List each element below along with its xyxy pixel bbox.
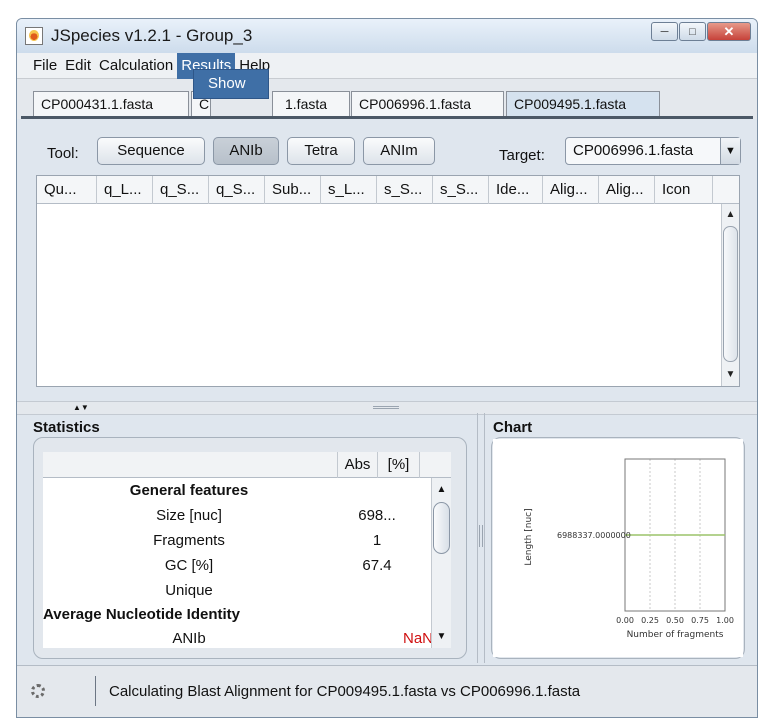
results-dropdown: Show [193,69,269,99]
sequence-button[interactable]: Sequence [97,137,205,165]
stats-label: Average Nucleotide Identity [43,606,240,623]
tetra-button[interactable]: Tetra [287,137,355,165]
vertical-splitter[interactable] [477,413,485,663]
stats-row: GC [%] 67.4 [43,557,431,581]
close-icon: ✕ [723,23,735,39]
collapse-arrows-icon[interactable]: ▲▼ [73,402,89,414]
column-header-abs[interactable]: Abs [337,452,377,478]
maximize-icon: □ [689,25,696,38]
x-tick-label: 0.25 [641,616,659,625]
column-header[interactable]: Qu... [37,176,97,204]
column-header[interactable]: Alig... [543,176,599,204]
minimize-icon: ─ [660,25,669,38]
scroll-down-icon[interactable]: ▼ [432,628,451,646]
statistics-scrollbar[interactable]: ▲ ▼ [431,478,451,648]
stats-label: Fragments [153,532,225,549]
column-header[interactable]: Alig... [599,176,655,204]
x-tick-label: 1.00 [716,616,734,625]
tab-cp006996[interactable]: CP006996.1.fasta [351,91,504,117]
minimize-button[interactable]: ─ [651,22,678,41]
app-window: JSpecies v1.2.1 - Group_3 ─ □ ✕ File Edi… [16,18,758,718]
target-label: Target: [499,147,545,164]
menu-file[interactable]: File [29,53,61,79]
chart-title: Chart [493,419,533,436]
anib-button[interactable]: ANIb [213,137,279,165]
stats-label: Size [nuc] [156,507,222,524]
scroll-up-icon[interactable]: ▲ [432,481,451,499]
scroll-up-icon[interactable]: ▲ [722,206,739,224]
stats-value: 67.4 [362,557,392,574]
column-header[interactable]: Icon [655,176,713,204]
tab-partial-right[interactable]: 1.fasta [272,91,350,117]
statistics-title: Statistics [33,419,100,436]
column-header[interactable]: q_L... [97,176,153,204]
split-grip[interactable] [373,406,399,409]
statistics-body[interactable]: General features Size [nuc] 698... Fragm… [43,478,431,648]
stats-row: Unique [43,582,431,606]
x-axis-label: Number of fragments [627,630,724,640]
column-header[interactable]: s_S... [433,176,489,204]
statistics-header: Abs [%] [43,452,451,478]
y-axis-label: Length [nuc] [524,508,534,565]
column-header[interactable]: q_S... [153,176,209,204]
column-header-empty [419,452,451,478]
menu-item-show[interactable]: Show [208,75,246,92]
stats-label: General features [129,482,249,499]
stats-row: General features [43,482,431,506]
chart-svg: 0.00 0.25 0.50 0.75 1.00 6988337.0000000 Num… [493,439,743,657]
x-ticks: 0.00 0.25 0.50 0.75 1.00 [616,616,734,625]
stats-label: ANIb [172,630,206,647]
scroll-down-icon[interactable]: ▼ [722,366,739,384]
stats-value: 1 [372,532,382,549]
stats-label: GC [%] [164,557,214,574]
status-text: Calculating Blast Alignment for CP009495… [109,683,581,700]
stats-row: Fragments 1 [43,532,431,556]
column-header[interactable]: q_S... [209,176,265,204]
table-scrollbar[interactable]: ▲ ▼ [721,204,739,386]
stats-row: Average Nucleotide Identity [43,606,431,630]
dropdown-arrow-icon[interactable]: ▼ [720,138,740,164]
window-title: JSpecies v1.2.1 - Group_3 [51,26,253,45]
loading-spinner-icon [31,684,45,698]
x-tick-label: 0.75 [691,616,709,625]
title-bar[interactable]: JSpecies v1.2.1 - Group_3 ─ □ ✕ [17,19,757,53]
tab-cp000431[interactable]: CP000431.1.fasta [33,91,189,117]
column-header-pct[interactable]: [%] [377,452,419,478]
menu-bar: File Edit Calculation Results Help [17,52,757,79]
column-header[interactable]: s_L... [321,176,377,204]
results-table[interactable]: Qu... q_L... q_S... q_S... Sub... s_L...… [36,175,740,387]
column-header[interactable]: Ide... [489,176,543,204]
column-header[interactable]: Sub... [265,176,321,204]
status-separator [95,676,96,706]
stats-row: Size [nuc] 698... [43,507,431,531]
file-tabs: CP000431.1.fasta C 1.fasta CP006996.1.fa… [17,79,757,119]
tab-cp009495[interactable]: CP009495.1.fasta [506,91,660,117]
maximize-button[interactable]: □ [679,22,706,41]
splitter-grip[interactable] [479,525,483,547]
stats-value: 698... [358,507,396,524]
target-value: CP006996.1.fasta [573,142,694,159]
split-divider[interactable]: ▲▼ [17,401,757,415]
anim-button[interactable]: ANIm [363,137,435,165]
tab-underline [21,116,753,119]
close-button[interactable]: ✕ [707,22,751,41]
stats-row: ANIb NaN [43,630,431,648]
java-app-icon [25,27,43,45]
status-bar: Calculating Blast Alignment for CP009495… [17,665,757,717]
tool-label: Tool: [47,145,79,162]
stats-label: Unique [165,582,213,599]
x-tick-label: 0.50 [666,616,684,625]
target-select[interactable]: CP006996.1.fasta ▼ [565,137,741,165]
menu-calculation[interactable]: Calculation [95,53,177,79]
column-header[interactable]: s_S... [377,176,433,204]
y-tick-label: 6988337.0000000 [557,531,631,540]
scroll-thumb[interactable] [723,226,738,362]
menu-edit[interactable]: Edit [61,53,95,79]
x-tick-label: 0.00 [616,616,634,625]
table-header: Qu... q_L... q_S... q_S... Sub... s_L...… [37,176,739,204]
stats-value: NaN [402,630,431,647]
tool-bar: Tool: Sequence ANIb Tetra ANIm Target: C… [17,129,757,169]
scroll-thumb[interactable] [433,502,450,554]
